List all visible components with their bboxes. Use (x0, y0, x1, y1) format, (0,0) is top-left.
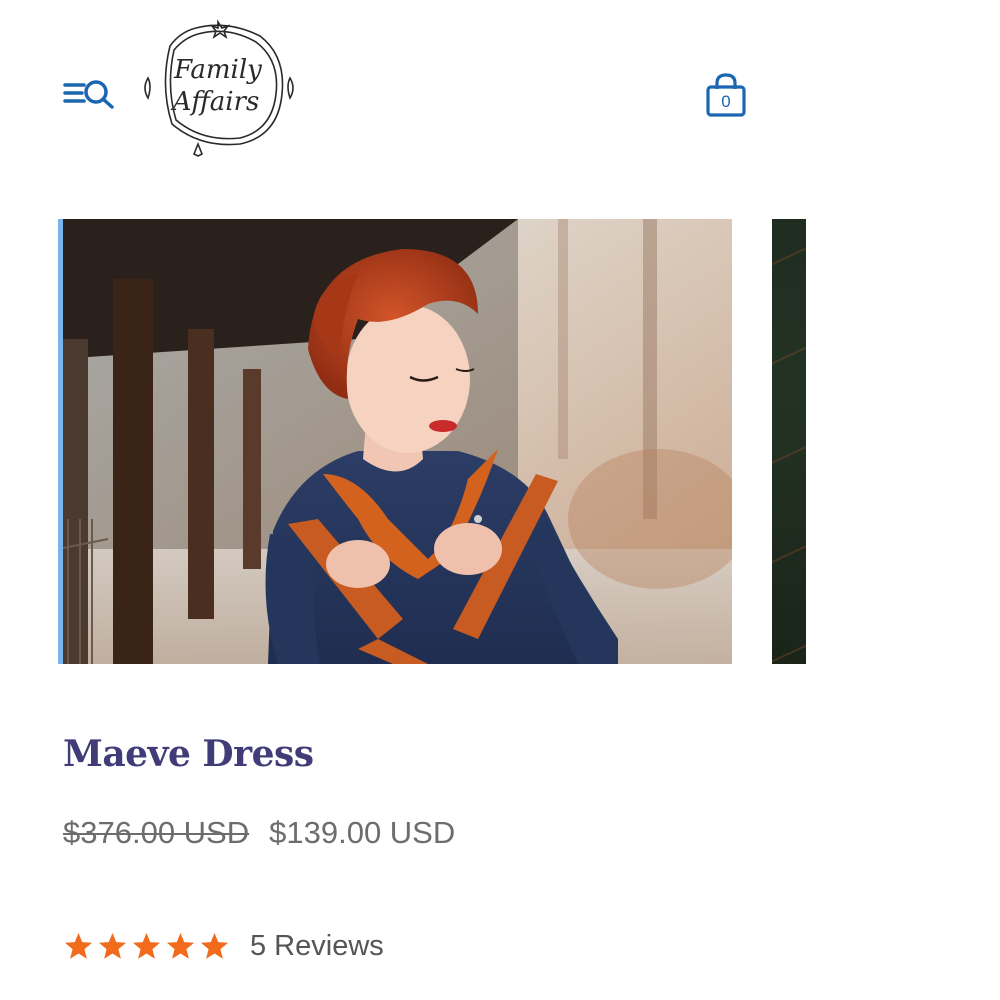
star-icon (166, 932, 195, 959)
product-image-slide[interactable] (58, 219, 732, 664)
star-rating (63, 931, 230, 962)
original-price: $376.00 USD (63, 815, 250, 850)
star-icon (132, 932, 161, 959)
menu-search-button[interactable] (60, 74, 118, 114)
menu-search-icon (63, 80, 114, 109)
next-slide-preview[interactable] (772, 219, 806, 664)
product-title: Maeve Dress (63, 733, 314, 775)
product-photo (58, 219, 732, 664)
price-row: $376.00 USD $139.00 USD (63, 815, 455, 851)
cart-button[interactable]: 0 (704, 72, 748, 120)
reviews-link[interactable]: 5 Reviews (250, 930, 384, 963)
brand-logo[interactable]: Family Affairs (140, 16, 298, 160)
active-slide-indicator (58, 219, 63, 664)
sale-price: $139.00 USD (269, 815, 456, 850)
cart-count-badge: 0 (721, 92, 731, 111)
star-icon (98, 932, 127, 959)
star-icon (64, 932, 93, 959)
logo-text-line1: Family (173, 55, 262, 85)
logo-text-line2: Affairs (171, 87, 260, 117)
star-icon (200, 932, 229, 959)
product-page: Family Affairs 0 Maeve Dress $376.00 USD… (0, 0, 1000, 1000)
rating-row[interactable]: 5 Reviews (63, 926, 384, 966)
